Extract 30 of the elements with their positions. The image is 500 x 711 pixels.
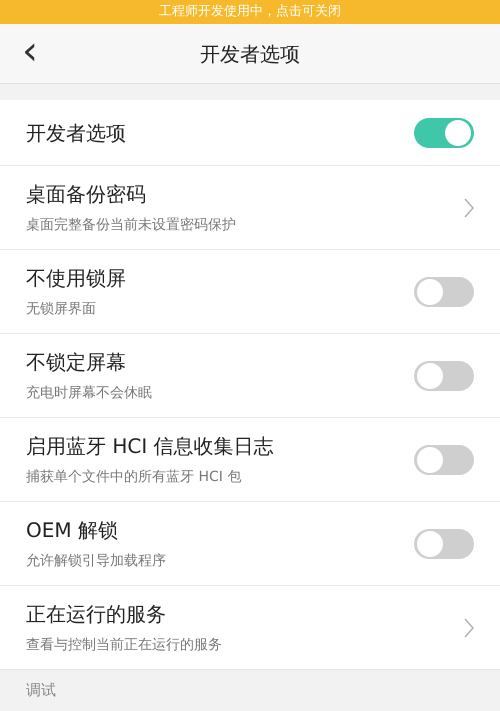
settings-row[interactable]: 桌面备份密码 桌面完整备份当前未设置密码保护 xyxy=(0,166,500,250)
row-subtitle: 查看与控制当前正在运行的服务 xyxy=(26,636,222,655)
toggle-switch[interactable] xyxy=(414,118,474,148)
chevron-icon xyxy=(464,618,474,638)
chevron-icon xyxy=(464,198,474,218)
toggle-switch[interactable] xyxy=(414,276,474,306)
toggle-switch[interactable] xyxy=(414,444,474,474)
row-title: 不锁定屏幕 xyxy=(26,349,127,376)
page-title: 开发者选项 xyxy=(200,40,300,68)
row-title: 启用蓝牙 HCI 信息收集日志 xyxy=(26,433,274,460)
settings-row[interactable]: 启用蓝牙 HCI 信息收集日志 捕获单个文件中的所有蓝牙 HCI 包 xyxy=(0,418,500,502)
settings-row[interactable]: 开发者选项 xyxy=(0,100,500,166)
row-title: 开发者选项 xyxy=(26,120,126,146)
row-title: OEM 解锁 xyxy=(26,517,119,544)
settings-row[interactable]: 不使用锁屏 无锁屏界面 xyxy=(0,250,500,334)
settings-row[interactable]: 正在运行的服务 查看与控制当前正在运行的服务 xyxy=(0,586,500,670)
row-subtitle: 无锁屏界面 xyxy=(26,300,97,319)
row-subtitle: 捕获单个文件中的所有蓝牙 HCI 包 xyxy=(26,468,242,487)
row-subtitle: 允许解锁引导加载程序 xyxy=(26,552,166,571)
row-title: 不使用锁屏 xyxy=(26,265,126,292)
row-subtitle: 桌面完整备份当前未设置密码保护 xyxy=(26,216,236,235)
back-button[interactable]: ‹ xyxy=(0,24,60,83)
row-title: 桌面备份密码 xyxy=(26,181,147,208)
settings-row[interactable]: 不锁定屏幕 充电时屏幕不会休眠 xyxy=(0,334,500,418)
settings-row[interactable]: OEM 解锁 允许解锁引导加载程序 xyxy=(0,502,500,586)
toggle-switch[interactable] xyxy=(414,528,474,558)
row-title: 正在运行的服务 xyxy=(26,601,167,628)
row-subtitle: 充电时屏幕不会休眠 xyxy=(26,384,152,403)
toggle-switch[interactable] xyxy=(414,360,474,390)
section-header: 调试 xyxy=(26,680,56,701)
